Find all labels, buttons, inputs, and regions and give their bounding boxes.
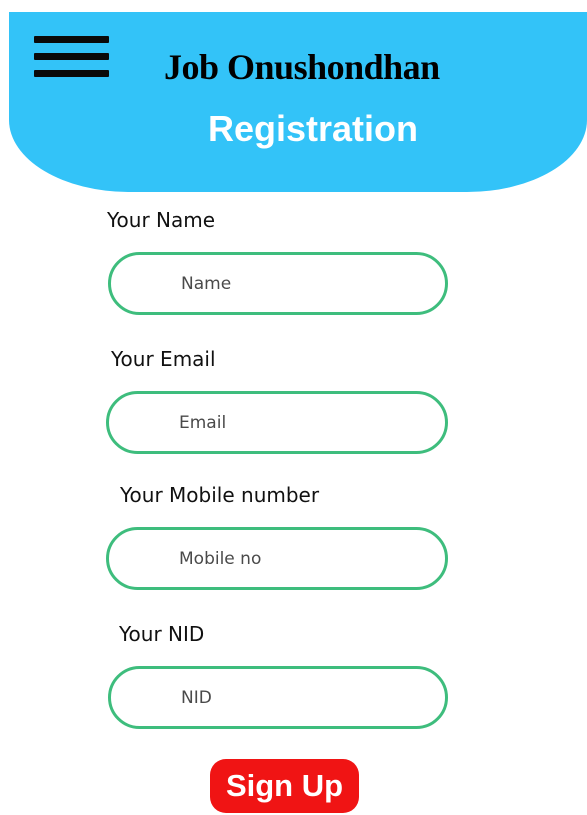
hamburger-menu-icon[interactable] bbox=[34, 36, 109, 82]
menu-bar-middle bbox=[34, 53, 109, 60]
nid-input[interactable] bbox=[108, 666, 448, 729]
page-title: Registration bbox=[208, 108, 419, 149]
email-input[interactable] bbox=[106, 391, 448, 454]
mobile-input[interactable] bbox=[106, 527, 448, 590]
email-label: Your Email bbox=[111, 347, 216, 371]
sign-up-button[interactable]: Sign Up bbox=[210, 759, 359, 813]
nid-label: Your NID bbox=[119, 622, 205, 646]
name-input[interactable] bbox=[108, 252, 448, 315]
menu-bar-top bbox=[34, 36, 109, 43]
mobile-label: Your Mobile number bbox=[120, 483, 320, 507]
name-label: Your Name bbox=[107, 208, 216, 232]
menu-bar-bottom bbox=[34, 70, 109, 77]
app-title: Job Onushondhan bbox=[164, 47, 440, 87]
